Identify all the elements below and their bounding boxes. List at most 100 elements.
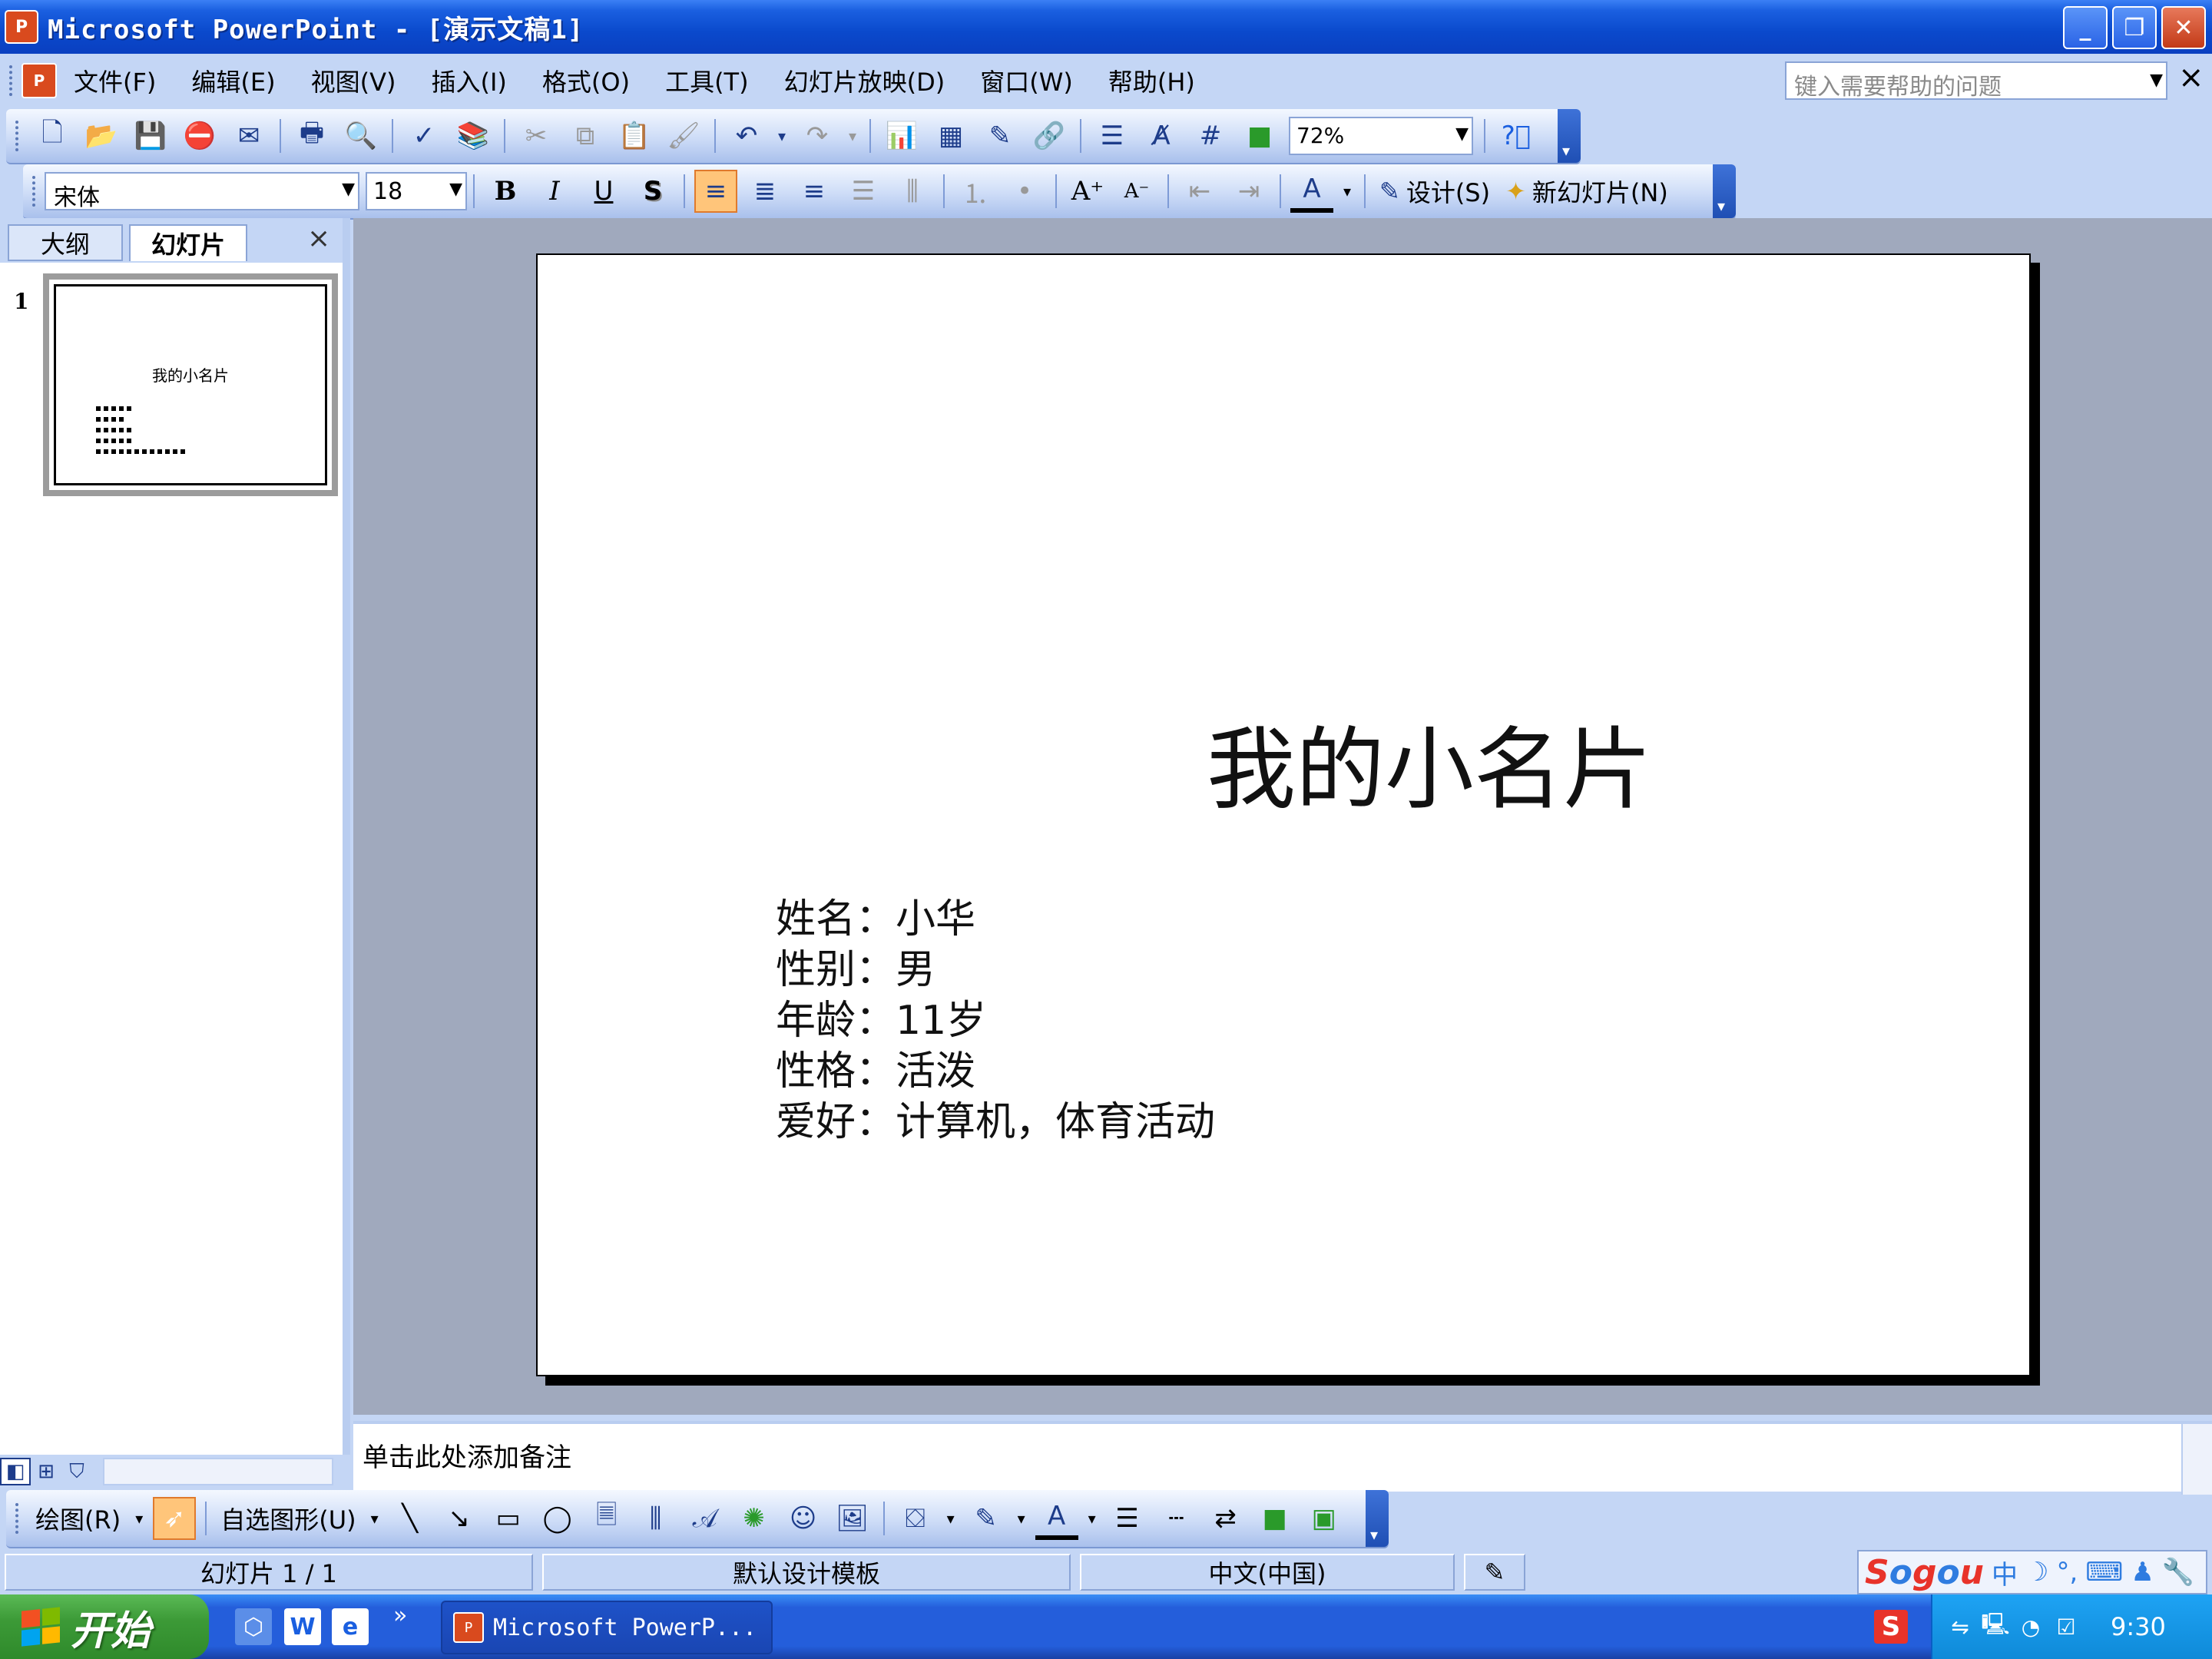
toolbar-options-button[interactable] xyxy=(1558,109,1581,163)
taskbar-powerpoint-button[interactable]: P Microsoft PowerP... xyxy=(441,1601,773,1654)
slide-title[interactable]: 我的小名片 xyxy=(538,697,2029,826)
menu-slideshow[interactable]: 幻灯片放映(D) xyxy=(784,63,945,98)
undo-icon[interactable]: ↶ xyxy=(725,114,768,157)
notes-pane[interactable]: 单击此处添加备注 xyxy=(353,1421,2212,1495)
chevron-down-icon[interactable]: ▼ xyxy=(2150,71,2163,90)
redo-dropdown-icon[interactable]: ▾ xyxy=(845,114,860,157)
menu-insert[interactable]: 插入(I) xyxy=(431,63,506,98)
quicklaunch-more-icon[interactable]: » xyxy=(393,1602,407,1629)
font-color-icon[interactable]: A xyxy=(1035,1497,1078,1540)
decrease-font-icon[interactable]: A⁻ xyxy=(1115,170,1158,213)
save-icon[interactable]: 💾 xyxy=(129,114,172,157)
copy-icon[interactable]: ⧉ xyxy=(564,114,607,157)
word-icon[interactable]: W xyxy=(284,1608,321,1645)
font-color-dropdown-icon[interactable]: ▾ xyxy=(1339,170,1355,213)
help-search-input[interactable]: 键入需要帮助的问题 ▼ xyxy=(1785,61,2167,100)
font-size-select[interactable]: 18 ▼ xyxy=(366,172,467,210)
help-icon[interactable]: ?⃝ xyxy=(1495,114,1538,157)
sogou-tray-icon[interactable]: S xyxy=(1874,1610,1908,1644)
rectangle-icon[interactable]: ▭ xyxy=(487,1497,530,1540)
monitor-icon[interactable]: 🖳 xyxy=(1981,1611,2009,1641)
underline-icon[interactable]: U xyxy=(582,170,625,213)
restore-button[interactable]: ❐ xyxy=(2112,6,2157,49)
text-direction-icon[interactable]: ⫼ xyxy=(891,170,934,213)
email-icon[interactable]: ✉ xyxy=(227,114,270,157)
tables-borders-icon[interactable]: ✎ xyxy=(979,114,1022,157)
skin-icon[interactable]: ♟ xyxy=(2131,1557,2154,1588)
redo-icon[interactable]: ↷ xyxy=(796,114,839,157)
diagram-icon[interactable]: ✺ xyxy=(733,1497,776,1540)
hyperlink-icon[interactable]: 🔗 xyxy=(1028,114,1071,157)
chart-icon[interactable]: 📊 xyxy=(880,114,923,157)
fill-color-icon[interactable]: ⛋ xyxy=(894,1497,937,1540)
arrow-style-icon[interactable]: ⇄ xyxy=(1204,1497,1247,1540)
textbox-icon[interactable]: 🗏 xyxy=(585,1497,628,1540)
slide-sorter-icon[interactable]: ⊞ xyxy=(31,1458,61,1485)
security-icon[interactable]: ☑ xyxy=(2052,1613,2080,1641)
toolbar-options-button[interactable] xyxy=(1366,1490,1389,1547)
decrease-indent-icon[interactable]: ⇤ xyxy=(1178,170,1221,213)
recycle-icon[interactable]: ⬡ xyxy=(235,1608,272,1645)
fill-dropdown-icon[interactable]: ▾ xyxy=(943,1497,959,1540)
font-color-icon[interactable]: A xyxy=(1290,170,1333,213)
spelling-icon[interactable]: ✓ xyxy=(402,114,445,157)
vertical-scrollbar[interactable] xyxy=(2181,1424,2212,1495)
line-color-dropdown-icon[interactable]: ▾ xyxy=(1014,1497,1029,1540)
spelling-status-icon[interactable]: ✎ xyxy=(1464,1554,1525,1591)
menu-edit[interactable]: 编辑(E) xyxy=(191,63,275,98)
undo-dropdown-icon[interactable]: ▾ xyxy=(774,114,790,157)
menu-window[interactable]: 窗口(W) xyxy=(980,63,1073,98)
slide-body[interactable]: 姓名：小华 性别：男 年龄：11岁 性格：活泼 爱好：计算机，体育活动 xyxy=(776,894,1215,1147)
select-objects-icon[interactable]: ➶ xyxy=(153,1497,197,1540)
italic-icon[interactable]: I xyxy=(533,170,576,213)
print-preview-icon[interactable]: 🔍 xyxy=(339,114,382,157)
tab-outline[interactable]: 大纲 xyxy=(8,224,123,261)
volume-icon[interactable]: ◔ xyxy=(2017,1613,2045,1641)
shadow-style-icon[interactable]: ■ xyxy=(1253,1497,1296,1540)
increase-indent-icon[interactable]: ⇥ xyxy=(1227,170,1270,213)
vertical-textbox-icon[interactable]: ⫼ xyxy=(634,1497,677,1540)
show-formatting-icon[interactable]: A̸ xyxy=(1140,114,1183,157)
grid-icon[interactable]: # xyxy=(1189,114,1232,157)
menu-tools[interactable]: 工具(T) xyxy=(665,63,749,98)
toolbar-grip[interactable] xyxy=(15,1503,22,1534)
browser-icon[interactable]: e xyxy=(332,1608,369,1645)
zoom-select[interactable]: 72% ▼ xyxy=(1289,117,1473,155)
line-icon[interactable]: ╲ xyxy=(389,1497,432,1540)
ime-toolbar[interactable]: Sogou 中 ☽ °, ⌨ ♟ 🔧 xyxy=(1857,1550,2207,1594)
clipart-icon[interactable]: ☺ xyxy=(782,1497,825,1540)
arrow-icon[interactable]: ↘ xyxy=(438,1497,481,1540)
powerpoint-icon[interactable]: P xyxy=(5,10,38,44)
slideshow-icon[interactable]: ⛉ xyxy=(61,1458,92,1485)
format-painter-icon[interactable]: 🖌 xyxy=(662,114,705,157)
draw-menu-button[interactable]: 绘图(R) xyxy=(35,1501,121,1536)
shadow-icon[interactable]: S xyxy=(631,170,674,213)
document-icon[interactable]: P xyxy=(22,63,57,98)
chevron-down-icon[interactable]: ▼ xyxy=(449,180,462,199)
picture-icon[interactable]: 🖼 xyxy=(831,1497,874,1540)
autoshapes-button[interactable]: 自选图形(U) xyxy=(220,1501,356,1536)
increase-font-icon[interactable]: A⁺ xyxy=(1066,170,1109,213)
document-close-icon[interactable]: × xyxy=(2178,60,2204,95)
expand-all-icon[interactable]: ☰ xyxy=(1091,114,1134,157)
research-icon[interactable]: 📚 xyxy=(452,114,495,157)
numbering-icon[interactable]: ⒈ xyxy=(954,170,997,213)
new-icon[interactable]: 🗋 xyxy=(31,114,74,157)
menu-format[interactable]: 格式(O) xyxy=(542,63,630,98)
chevron-down-icon[interactable]: ▼ xyxy=(1455,124,1469,144)
bold-icon[interactable]: B xyxy=(484,170,527,213)
toolbar-grip[interactable] xyxy=(32,176,38,207)
chevron-down-icon[interactable]: ▼ xyxy=(342,180,355,199)
slide-thumbnail[interactable]: 我的小名片 xyxy=(43,273,338,496)
table-icon[interactable]: ▦ xyxy=(929,114,972,157)
print-icon[interactable]: 🖶 xyxy=(290,114,333,157)
menu-file[interactable]: 文件(F) xyxy=(74,63,156,98)
color-grayscale-icon[interactable]: ■ xyxy=(1238,114,1281,157)
3d-style-icon[interactable]: ▣ xyxy=(1303,1497,1346,1540)
open-icon[interactable]: 📂 xyxy=(80,114,123,157)
autoshapes-dropdown-icon[interactable]: ▾ xyxy=(367,1497,382,1540)
toolbar-options-button[interactable] xyxy=(1713,164,1736,218)
minimize-button[interactable]: _ xyxy=(2063,6,2108,49)
align-center-icon[interactable]: ≣ xyxy=(743,170,786,213)
menu-help[interactable]: 帮助(H) xyxy=(1108,63,1195,98)
